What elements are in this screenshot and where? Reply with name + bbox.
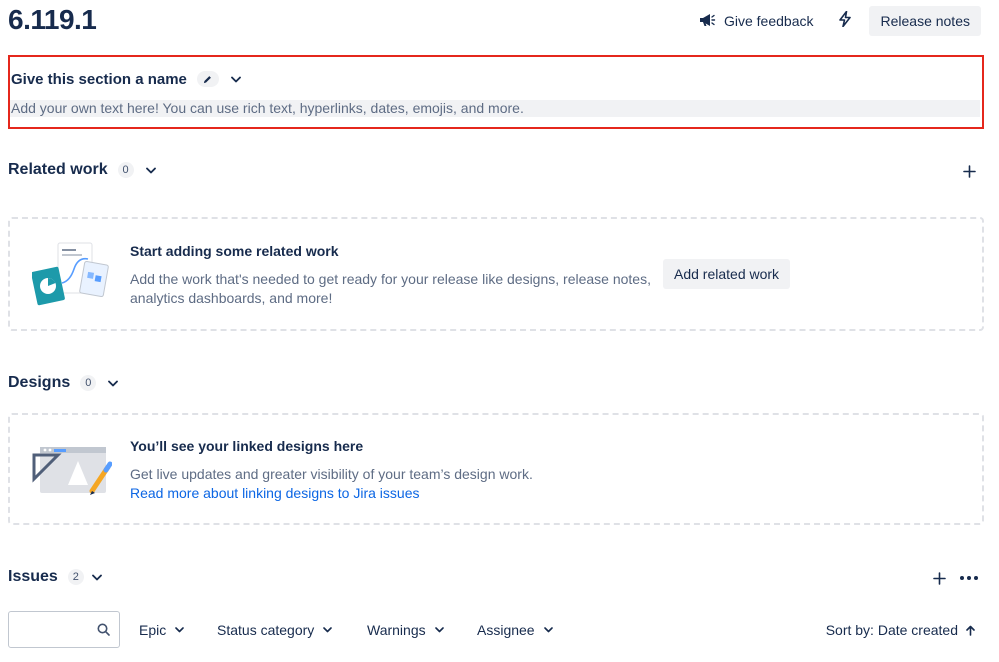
related-work-header: Related work 0 xyxy=(8,160,162,180)
plus-icon xyxy=(932,571,946,585)
related-work-empty-desc-line1: Add the work that's needed to get ready … xyxy=(130,271,651,287)
sort-label: Sort by: Date created xyxy=(825,622,958,638)
designs-collapse-button[interactable] xyxy=(102,373,124,393)
related-work-empty-desc-line2: analytics dashboards, and more! xyxy=(130,290,333,306)
related-work-count-badge: 0 xyxy=(117,162,134,178)
custom-section-title[interactable]: Give this section a name xyxy=(11,71,187,88)
custom-section-collapse-button[interactable] xyxy=(225,69,247,89)
filter-assignee-label: Assignee xyxy=(477,622,535,638)
chevron-down-icon xyxy=(231,76,241,82)
chevron-down-icon xyxy=(323,627,333,633)
filter-epic-label: Epic xyxy=(139,622,167,638)
release-notes-button[interactable]: Release notes xyxy=(869,6,981,36)
chevron-down-icon xyxy=(91,574,102,580)
issues-more-actions-button[interactable] xyxy=(957,566,981,590)
custom-section-text-editor[interactable]: Add your own text here! You can use rich… xyxy=(10,100,980,117)
chevron-down-icon xyxy=(108,380,119,386)
automation-button[interactable] xyxy=(829,6,861,36)
pencil-icon xyxy=(204,75,212,83)
designs-illustration xyxy=(32,443,113,499)
lightning-bolt-icon xyxy=(838,10,852,32)
chevron-down-icon xyxy=(434,627,444,633)
version-title: 6.119.1 xyxy=(8,4,97,35)
designs-empty-desc: Get live updates and greater visibility … xyxy=(130,466,533,482)
add-related-work-plus-button[interactable] xyxy=(957,159,981,183)
designs-header: Designs 0 xyxy=(8,373,124,393)
top-actions: Give feedback Release notes xyxy=(690,6,981,36)
chevron-down-icon xyxy=(543,627,553,633)
related-work-collapse-button[interactable] xyxy=(140,160,162,180)
plus-icon xyxy=(962,164,976,178)
filter-warnings-label: Warnings xyxy=(367,622,426,638)
filter-assignee[interactable]: Assignee xyxy=(477,618,553,642)
filter-status-category[interactable]: Status category xyxy=(217,618,333,642)
custom-section-header: Give this section a name xyxy=(11,69,247,89)
issues-search-input[interactable] xyxy=(8,611,120,648)
give-feedback-button[interactable]: Give feedback xyxy=(690,6,822,36)
filter-status-category-label: Status category xyxy=(217,622,315,638)
more-horizontal-icon xyxy=(960,576,978,580)
linking-designs-help-link[interactable]: Read more about linking designs to Jira … xyxy=(130,485,420,501)
chevron-down-icon xyxy=(145,167,156,173)
designs-empty-state: You’ll see your linked designs here Get … xyxy=(8,413,984,525)
issues-header: Issues 2 xyxy=(8,567,108,587)
filter-warnings[interactable]: Warnings xyxy=(367,618,444,642)
designs-title: Designs xyxy=(8,374,71,391)
issues-collapse-button[interactable] xyxy=(86,567,108,587)
issues-title: Issues xyxy=(8,568,58,585)
megaphone-icon xyxy=(698,11,716,32)
give-feedback-label: Give feedback xyxy=(723,13,814,29)
add-issue-plus-button[interactable] xyxy=(927,566,951,590)
arrow-up-icon xyxy=(966,625,975,636)
edit-title-button[interactable] xyxy=(196,71,219,87)
add-related-work-button[interactable]: Add related work xyxy=(663,259,791,289)
custom-section: Give this section a name Add your own te… xyxy=(8,55,984,129)
issues-count-badge: 2 xyxy=(67,569,84,585)
related-work-empty-title: Start adding some related work xyxy=(130,243,339,259)
related-work-illustration xyxy=(31,239,110,311)
related-work-empty-state: Start adding some related work Add the w… xyxy=(8,217,984,331)
designs-empty-title: You’ll see your linked designs here xyxy=(130,438,364,454)
chevron-down-icon xyxy=(175,627,185,633)
designs-count-badge: 0 xyxy=(80,375,97,391)
filter-epic[interactable]: Epic xyxy=(139,618,185,642)
search-icon xyxy=(97,623,110,636)
related-work-title: Related work xyxy=(8,161,108,178)
sort-button[interactable]: Sort by: Date created xyxy=(826,618,975,642)
